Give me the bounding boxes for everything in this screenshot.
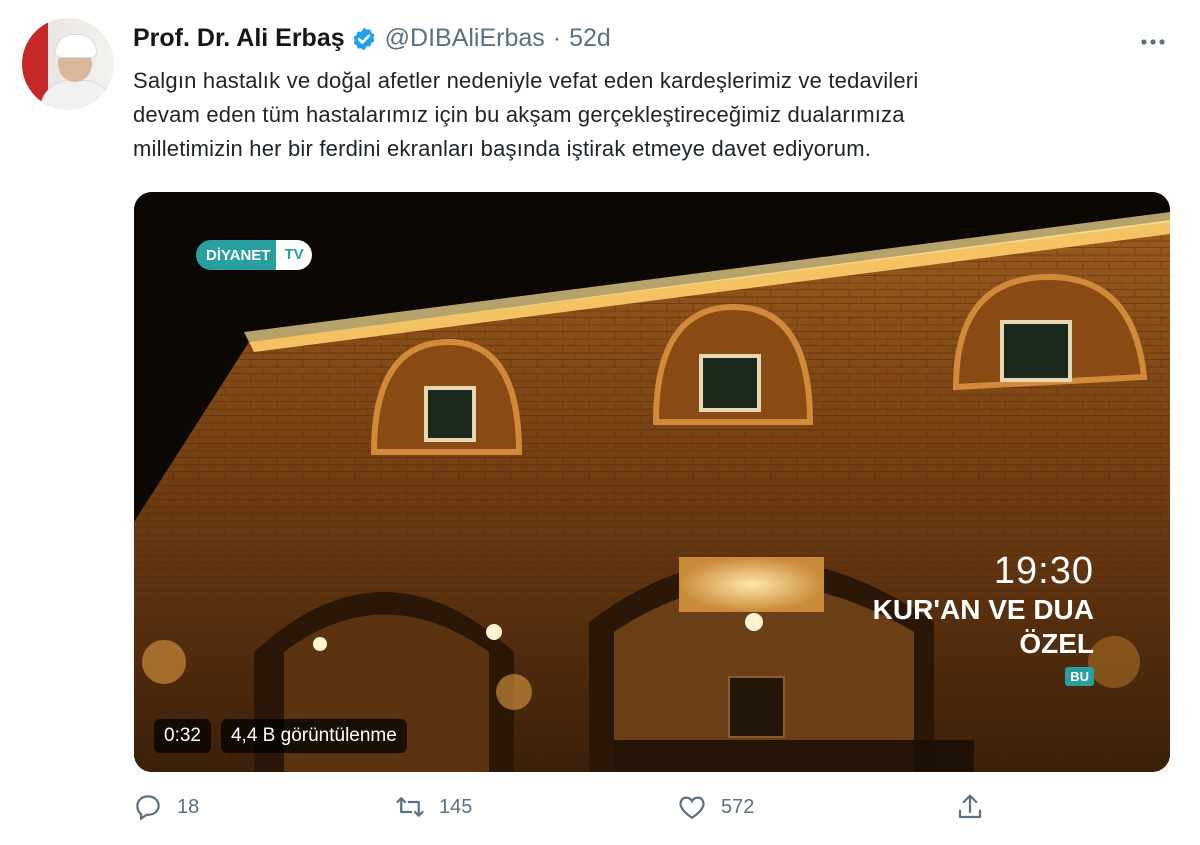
author-avatar[interactable] (22, 18, 114, 110)
avatar-hat (55, 34, 97, 58)
channel-logo-part2: TV (276, 240, 312, 270)
reply-icon (136, 795, 160, 821)
share-icon (958, 794, 982, 819)
video-duration: 0:32 (154, 719, 211, 753)
reply-count: 18 (177, 795, 200, 818)
video-player[interactable]: DİYANET TV 19:30 KUR'AN VE DUA ÖZEL BU 0… (134, 192, 1170, 772)
video-views: 4,4 B görüntülenme (220, 719, 407, 753)
reply-button[interactable]: 18 (133, 792, 199, 822)
like-button[interactable]: 572 (677, 792, 754, 822)
tweet-actions: 18 145 572 (133, 792, 1133, 828)
retweet-icon (396, 797, 424, 817)
avatar-robe (40, 80, 114, 110)
retweet-count: 145 (439, 795, 473, 818)
promo-title-line2: ÖZEL (1019, 628, 1094, 659)
tweet-text-line: Salgın hastalık ve doğal afetler nedeniy… (133, 68, 919, 93)
retweet-button[interactable]: 145 (395, 792, 472, 822)
tweet-text: Salgın hastalık ve doğal afetler nedeniy… (133, 64, 1133, 166)
promo-badge: BU (1065, 667, 1094, 686)
header-separator: · (552, 24, 562, 52)
tweet-header: Prof. Dr. Ali Erbaş @DIBAliErbas · 52d (133, 24, 611, 53)
tweet-timestamp[interactable]: 52d (569, 24, 611, 53)
tweet-text-line: devam eden tüm hastalarımız için bu akşa… (133, 102, 905, 127)
promo-time: 19:30 (993, 550, 1094, 592)
program-promo: 19:30 KUR'AN VE DUA ÖZEL BU (873, 550, 1094, 686)
like-count: 572 (721, 795, 755, 818)
channel-logo: DİYANET TV (196, 240, 312, 270)
author-handle[interactable]: @DIBAliErbas (385, 24, 545, 53)
video-overlay: 0:32 4,4 B görüntülenme (154, 718, 407, 754)
promo-title-line1: KUR'AN VE DUA (872, 594, 1094, 625)
heart-icon (679, 796, 705, 819)
tweet-text-line: milletimizin her bir ferdini ekranları b… (133, 136, 872, 161)
more-horizontal-icon[interactable] (1140, 22, 1166, 53)
verified-badge-icon (353, 27, 374, 50)
author-name[interactable]: Prof. Dr. Ali Erbaş (133, 24, 345, 53)
share-button[interactable] (955, 792, 985, 822)
channel-logo-part1: DİYANET (206, 246, 271, 264)
